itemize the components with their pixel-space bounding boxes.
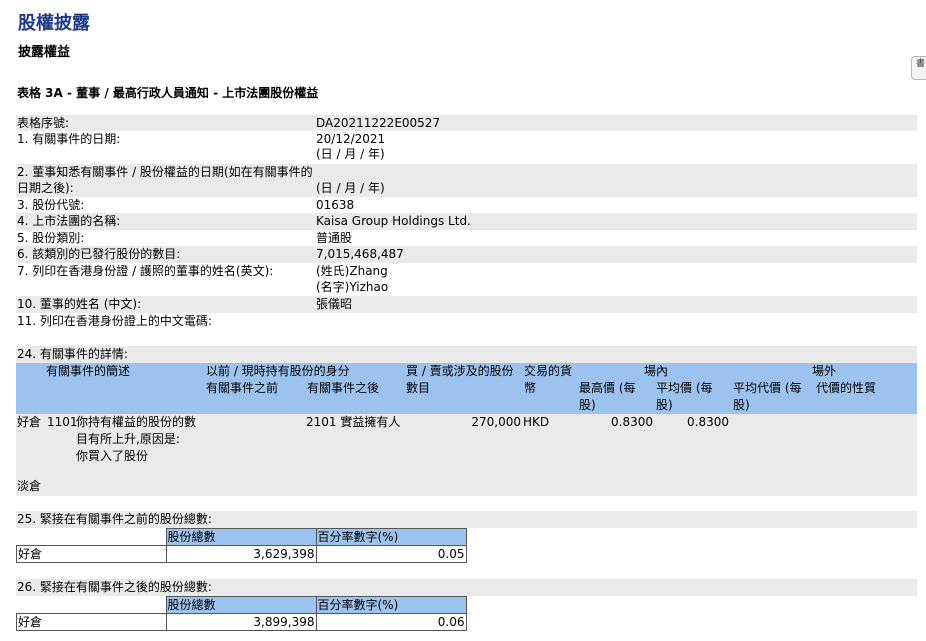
row-name-cn: 10. 董事的姓名 (中文): 張儀昭 xyxy=(16,296,917,313)
aware-date-format: (日 / 月 / 年) xyxy=(316,181,385,195)
share-class-label: 5. 股份類別: xyxy=(17,231,85,245)
stock-code-label: 3. 股份代號: xyxy=(17,198,85,212)
row-chinese-code: 11. 列印在香港身份證上的中文電碼: xyxy=(16,313,917,330)
section-24-caption: 24. 有關事件的詳情: xyxy=(16,346,917,363)
row-currency: HKD xyxy=(523,415,550,429)
chinese-code-label: 11. 列印在香港身份證上的中文電碼: xyxy=(17,314,212,328)
section-25-table: 股份總數 百分率數字(%) 好倉 3,629,398 0.05 xyxy=(16,528,467,563)
shares-value: 3,629,398 xyxy=(165,545,317,563)
col-pct-header: 百分率數字(%) xyxy=(315,528,467,546)
serial-value: DA20211222E00527 xyxy=(316,116,441,130)
header-capacity: 以前 / 現時持有股份的身分 xyxy=(206,364,350,378)
side-tab-button[interactable]: 書 xyxy=(911,56,926,80)
section-25-caption: 25. 緊接在有關事件之前的股份總數: xyxy=(16,511,917,528)
header-high-cont: 股) xyxy=(579,398,596,412)
corp-name-value: Kaisa Group Holdings Ltd. xyxy=(316,214,471,228)
short-position-label: 淡倉 xyxy=(17,479,42,493)
header-currency-cont: 幣 xyxy=(524,381,537,395)
pct-value: 0.06 xyxy=(315,613,467,631)
row-event-date: 1. 有關事件的日期: 20/12/2021 (日 / 月 / 年) xyxy=(16,131,917,164)
header-currency: 交易的貨 xyxy=(524,364,573,378)
page-title: 股權披露 xyxy=(18,13,90,34)
header-nature: 代價的性質 xyxy=(816,381,877,395)
header-avg-cont: 股) xyxy=(656,398,673,412)
detail-table-row: 好倉 1101 你持有權益的股份的數 目有所上升,原因是: 你買入了股份 210… xyxy=(16,414,917,496)
section-25: 25. 緊接在有關事件之前的股份總數: 股份總數 百分率數字(%) 好倉 3,6… xyxy=(16,511,917,563)
page-subtitle: 披露權益 xyxy=(18,45,71,60)
shares-value: 3,899,398 xyxy=(165,613,317,631)
row-serial: 表格序號: DA20211222E00527 xyxy=(16,115,917,131)
row-capacity-after: 2101 實益擁有人 xyxy=(306,415,401,429)
row-high: 0.8300 xyxy=(611,415,653,429)
corp-name-label: 4. 上市法團的名稱: xyxy=(17,214,121,228)
section-26-table: 股份總數 百分率數字(%) 好倉 3,899,398 0.06 xyxy=(16,596,467,631)
header-on-exchange: 場內 xyxy=(644,364,669,378)
event-date-format: (日 / 月 / 年) xyxy=(316,147,385,161)
aware-date-label: 2. 董事知悉有關事件 / 股份權益的日期(如在有關事件的 xyxy=(17,165,313,179)
row-corp-name: 4. 上市法團的名稱: Kaisa Group Holdings Ltd. xyxy=(16,213,917,230)
row-position: 好倉 xyxy=(17,415,42,429)
row-label: 好倉 xyxy=(16,545,167,563)
header-off-avg: 平均代價 (每 xyxy=(733,381,802,395)
row-desc-cont: 目有所上升,原因是: xyxy=(76,432,180,446)
given-name-value: (名字)Yizhao xyxy=(316,280,389,294)
header-before: 有關事件之前 xyxy=(206,381,279,395)
stock-code-value: 01638 xyxy=(316,198,355,212)
form-title: 表格 3A - 董事 / 最高行政人員通知 - 上市法團股份權益 xyxy=(17,86,319,100)
row-issued: 6. 該類別的已發行股份的數目: 7,015,468,487 xyxy=(16,246,917,263)
row-code: 1101 xyxy=(47,415,78,429)
name-cn-label: 10. 董事的姓名 (中文): xyxy=(17,297,142,311)
header-off-avg-cont: 股) xyxy=(733,398,750,412)
header-qty-cont: 數目 xyxy=(406,381,431,395)
header-high: 最高價 (每 xyxy=(579,381,636,395)
header-avg: 平均價 (每 xyxy=(656,381,713,395)
section-26: 26. 緊接在有關事件之後的股份總數: 股份總數 百分率數字(%) 好倉 3,8… xyxy=(16,579,917,631)
name-cn-value: 張儀昭 xyxy=(316,297,353,311)
row-avg: 0.8300 xyxy=(687,415,729,429)
event-date-label: 1. 有關事件的日期: xyxy=(17,132,121,146)
row-share-class: 5. 股份類別: 普通股 xyxy=(16,230,917,246)
row-aware-date: 2. 董事知悉有關事件 / 股份權益的日期(如在有關事件的 日期之後): (日 … xyxy=(16,164,917,197)
row-desc-cont-2: 你買入了股份 xyxy=(76,449,149,463)
col-shares-header: 股份總數 xyxy=(165,596,317,614)
col-pct-header: 百分率數字(%) xyxy=(315,596,467,614)
issued-value: 7,015,468,487 xyxy=(316,247,404,261)
section-26-caption: 26. 緊接在有關事件之後的股份總數: xyxy=(16,579,917,596)
row-desc: 你持有權益的股份的數 xyxy=(76,415,197,429)
row-name-en: 7. 列印在香港身份證 / 護照的董事的姓名(英文): (姓氏)Zhang (名… xyxy=(16,263,917,296)
col-shares-header: 股份總數 xyxy=(165,528,317,546)
issued-label: 6. 該類別的已發行股份的數目: xyxy=(17,247,181,261)
header-after: 有關事件之後 xyxy=(307,381,380,395)
aware-date-label-cont: 日期之後): xyxy=(17,181,74,195)
name-en-label: 7. 列印在香港身份證 / 護照的董事的姓名(英文): xyxy=(17,264,274,278)
header-qty: 買 / 賣或涉及的股份 xyxy=(406,364,514,378)
share-class-value: 普通股 xyxy=(316,231,353,245)
row-label: 好倉 xyxy=(16,613,167,631)
form-fields: 表格序號: DA20211222E00527 1. 有關事件的日期: 20/12… xyxy=(16,115,917,330)
row-stock-code: 3. 股份代號: 01638 xyxy=(16,197,917,213)
detail-table-header: 有關事件的簡述 以前 / 現時持有股份的身分 有關事件之前 有關事件之後 買 /… xyxy=(16,363,917,414)
section-24: 24. 有關事件的詳情: 有關事件的簡述 以前 / 現時持有股份的身分 有關事件… xyxy=(16,346,917,496)
pct-value: 0.05 xyxy=(315,545,467,563)
serial-label: 表格序號: xyxy=(17,116,70,130)
header-off-exchange: 場外 xyxy=(812,364,837,378)
row-qty: 270,000 xyxy=(471,415,521,429)
surname-value: (姓氏)Zhang xyxy=(316,264,388,278)
header-desc: 有關事件的簡述 xyxy=(46,364,131,378)
